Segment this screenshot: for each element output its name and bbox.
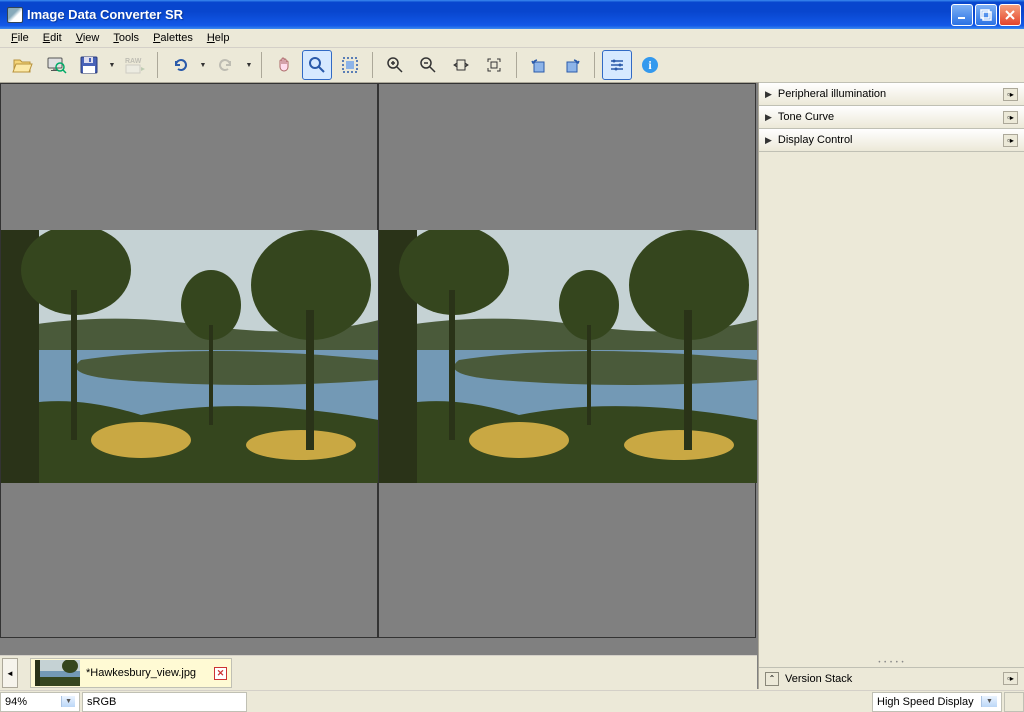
raw-icon: RAW xyxy=(123,55,147,75)
undo-dropdown[interactable]: ▼ xyxy=(198,62,208,69)
menu-view[interactable]: View xyxy=(69,30,107,46)
toolbar: ▼ RAW ▼ ▼ i xyxy=(0,48,1024,83)
save-button[interactable] xyxy=(74,50,104,80)
marquee-tool-button[interactable] xyxy=(335,50,365,80)
separator xyxy=(372,52,373,78)
right-panel: ▶ Peripheral illumination ▫▸ ▶ Tone Curv… xyxy=(758,83,1024,689)
undo-button[interactable] xyxy=(165,50,195,80)
minimize-button[interactable] xyxy=(951,4,973,26)
fit-width-icon xyxy=(452,56,470,74)
rotate-cw-icon xyxy=(562,55,582,75)
expand-arrow-icon: ▶ xyxy=(765,112,772,123)
collapse-icon[interactable]: ⌃ xyxy=(765,672,779,686)
panel-tone-curve[interactable]: ▶ Tone Curve ▫▸ xyxy=(759,105,1024,129)
rotate-left-button[interactable] xyxy=(524,50,554,80)
dropdown-icon[interactable]: ▼ xyxy=(981,696,997,707)
save-dropdown[interactable]: ▼ xyxy=(107,62,117,69)
viewport[interactable] xyxy=(0,83,758,689)
hand-icon xyxy=(275,56,293,74)
floppy-disk-icon xyxy=(78,54,100,76)
zoom-input[interactable] xyxy=(5,696,61,708)
monitor-search-icon xyxy=(45,54,67,76)
menu-tools[interactable]: Tools xyxy=(106,30,146,46)
menu-palettes[interactable]: Palettes xyxy=(146,30,200,46)
zoom-out-icon xyxy=(419,56,437,74)
expand-arrow-icon: ▶ xyxy=(765,89,772,100)
panel-spacer xyxy=(759,152,1024,659)
dropdown-icon[interactable]: ▼ xyxy=(61,696,75,707)
panel-label: Version Stack xyxy=(785,673,997,685)
menu-file[interactable]: File xyxy=(4,30,36,46)
separator xyxy=(157,52,158,78)
svg-text:RAW: RAW xyxy=(125,58,142,65)
panel-peripheral-illumination[interactable]: ▶ Peripheral illumination ▫▸ xyxy=(759,82,1024,106)
panel-menu-button[interactable]: ▫▸ xyxy=(1003,111,1018,124)
image-pane-left[interactable] xyxy=(0,83,378,638)
window-title: Image Data Converter SR xyxy=(27,7,951,22)
maximize-button[interactable] xyxy=(975,4,997,26)
fit-screen-button[interactable] xyxy=(479,50,509,80)
sliders-icon xyxy=(608,56,626,74)
menu-bar: File Edit View Tools Palettes Help xyxy=(0,29,1024,48)
redo-icon xyxy=(217,56,235,74)
separator xyxy=(261,52,262,78)
zoom-field[interactable]: ▼ xyxy=(0,692,80,712)
info-icon: i xyxy=(641,56,659,74)
expand-arrow-icon: ▶ xyxy=(765,135,772,146)
colorspace-field[interactable] xyxy=(82,692,247,712)
image-pane-right[interactable] xyxy=(378,83,756,638)
open-button[interactable] xyxy=(8,50,38,80)
title-bar: Image Data Converter SR xyxy=(0,0,1024,29)
adjustments-button[interactable] xyxy=(602,50,632,80)
zoom-tool-button[interactable] xyxy=(302,50,332,80)
info-button[interactable]: i xyxy=(635,50,665,80)
thumbnail-bar: ◄ *Hawkesbury_view.jpg ✕ xyxy=(0,655,757,690)
display-mode-value: High Speed Display xyxy=(877,696,974,708)
thumbnail-close-button[interactable]: ✕ xyxy=(214,667,227,680)
browse-button[interactable] xyxy=(41,50,71,80)
zoom-in-icon xyxy=(386,56,404,74)
zoom-in-button[interactable] xyxy=(380,50,410,80)
thumb-prev-button[interactable]: ◄ xyxy=(2,658,18,688)
menu-help[interactable]: Help xyxy=(200,30,237,46)
image-preview-left xyxy=(1,230,379,483)
rotate-right-button[interactable] xyxy=(557,50,587,80)
display-mode-field[interactable]: High Speed Display ▼ xyxy=(872,692,1002,712)
panel-label: Tone Curve xyxy=(778,111,997,123)
panel-menu-button[interactable]: ▫▸ xyxy=(1003,134,1018,147)
fit-width-button[interactable] xyxy=(446,50,476,80)
panel-menu-button[interactable]: ▫▸ xyxy=(1003,88,1018,101)
thumbnail-filename: *Hawkesbury_view.jpg xyxy=(86,667,196,679)
panel-display-control[interactable]: ▶ Display Control ▫▸ xyxy=(759,128,1024,152)
undo-icon xyxy=(171,56,189,74)
panel-version-stack[interactable]: ⌃ Version Stack ▫▸ xyxy=(759,667,1024,689)
status-end-cell xyxy=(1004,692,1024,712)
panel-menu-button[interactable]: ▫▸ xyxy=(1003,672,1018,685)
status-bar: ▼ High Speed Display ▼ xyxy=(0,690,1024,712)
rotate-ccw-icon xyxy=(529,55,549,75)
zoom-out-button[interactable] xyxy=(413,50,443,80)
fit-screen-icon xyxy=(485,56,503,74)
redo-dropdown: ▼ xyxy=(244,62,254,69)
panel-grip[interactable]: • • • • • xyxy=(759,659,1024,667)
separator xyxy=(594,52,595,78)
panel-label: Peripheral illumination xyxy=(778,88,997,100)
folder-open-icon xyxy=(12,54,34,76)
app-icon xyxy=(7,7,23,23)
redo-button xyxy=(211,50,241,80)
panel-label: Display Control xyxy=(778,134,997,146)
selection-icon xyxy=(341,56,359,74)
thumbnail-image xyxy=(35,660,80,686)
raw-export-button: RAW xyxy=(120,50,150,80)
main-area: ▶ Peripheral illumination ▫▸ ▶ Tone Curv… xyxy=(0,83,1024,689)
menu-edit[interactable]: Edit xyxy=(36,30,69,46)
magnifier-icon xyxy=(308,56,326,74)
thumbnail-tab[interactable]: *Hawkesbury_view.jpg ✕ xyxy=(30,658,232,688)
image-preview-right xyxy=(379,230,757,483)
separator xyxy=(516,52,517,78)
hand-tool-button[interactable] xyxy=(269,50,299,80)
colorspace-input[interactable] xyxy=(87,696,242,708)
close-button[interactable] xyxy=(999,4,1021,26)
